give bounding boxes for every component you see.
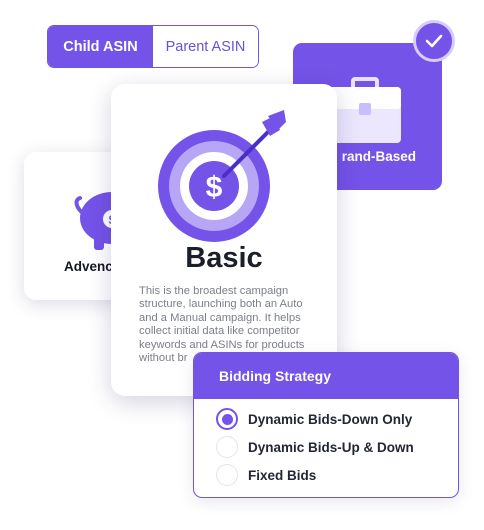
bidding-strategy-panel: Bidding Strategy Dynamic Bids-Down Only … [193,352,459,498]
option-fixed-bids[interactable]: Fixed Bids [216,464,316,486]
radio-selected[interactable] [216,408,238,430]
option-dynamic-up-down[interactable]: Dynamic Bids-Up & Down [216,436,414,458]
briefcase-icon [329,77,401,143]
option-label: Dynamic Bids-Up & Down [248,439,414,455]
radio-unselected[interactable] [216,464,238,486]
option-label: Fixed Bids [248,467,317,483]
basic-card[interactable]: $ Basic This is the broadest campaign st… [111,84,337,396]
option-label: Dynamic Bids-Down Only [248,411,413,427]
selected-check-badge [413,20,455,62]
target-dollar-icon: $ [158,110,286,242]
option-dynamic-down-only[interactable]: Dynamic Bids-Down Only [216,408,412,430]
basic-title: Basic [185,242,263,274]
asin-toggle: Child ASIN Parent ASIN [47,25,259,68]
radio-unselected[interactable] [216,436,238,458]
parent-asin-tab[interactable]: Parent ASIN [153,26,258,67]
advanced-label: Advenc [64,259,113,274]
svg-text:$: $ [206,171,223,204]
checkmark-icon [425,34,443,48]
child-asin-tab[interactable]: Child ASIN [48,26,153,67]
bidding-strategy-title: Bidding Strategy [194,353,458,399]
